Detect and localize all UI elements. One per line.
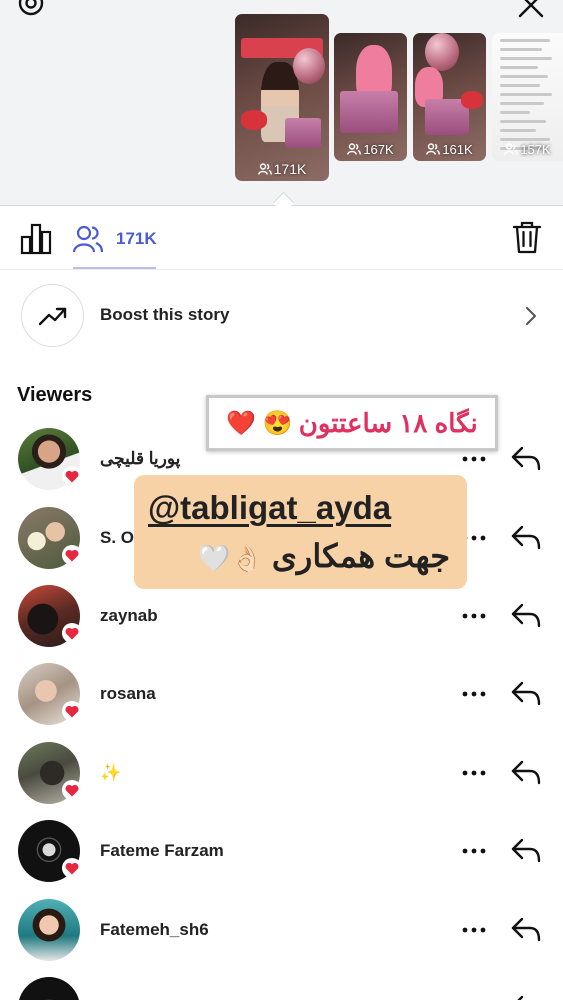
story-thumbnail-2[interactable]: 167K <box>334 33 407 161</box>
reply-icon[interactable] <box>510 599 542 631</box>
gift-box-graphic <box>340 91 398 133</box>
gear-icon[interactable] <box>14 0 48 20</box>
story-stats-tabs: 171K <box>0 205 563 270</box>
more-options-icon[interactable] <box>462 690 486 698</box>
liked-badge <box>62 623 82 643</box>
viewer-name: rosana <box>100 684 156 703</box>
gift-box-graphic <box>285 118 321 148</box>
active-tab-indicator <box>73 267 156 269</box>
heart-icon <box>65 470 79 482</box>
people-icon <box>426 143 441 155</box>
people-icon <box>504 143 519 155</box>
liked-badge <box>62 545 82 565</box>
boost-story-label: Boost this story <box>100 305 230 324</box>
mention-handle[interactable]: @tabligat_ayda <box>148 489 391 527</box>
reply-icon[interactable] <box>510 521 542 553</box>
boost-story-row[interactable]: Boost this story <box>0 270 563 362</box>
viewer-name: ✨ <box>100 763 122 782</box>
liked-badge <box>62 780 82 800</box>
story-thumbnail-3[interactable]: 161K <box>413 33 486 161</box>
close-icon[interactable] <box>516 0 546 20</box>
avatar[interactable] <box>18 977 80 1000</box>
avatar[interactable] <box>18 899 80 961</box>
story-view-count: 161K <box>413 142 486 157</box>
viewer-name: Fatemeh_sh6 <box>100 920 209 939</box>
story-carousel: 171K 167K 161K 157K <box>0 0 563 206</box>
story-view-count: 167K <box>334 142 407 157</box>
more-options-icon[interactable] <box>462 926 486 934</box>
cooperation-text-line: جهت همکاری 👌🏻🤍 <box>150 537 450 575</box>
balloon-graphic <box>425 33 459 71</box>
viewer-name: zaynab <box>100 606 158 625</box>
more-options-icon[interactable] <box>462 455 486 463</box>
heart-icon <box>65 705 79 717</box>
story-thumbnail-4[interactable]: 157K <box>492 33 563 161</box>
liked-badge <box>62 701 82 721</box>
viewer-row[interactable]: Fatemeh_sh6 <box>0 899 563 977</box>
reply-icon[interactable] <box>510 756 542 788</box>
cake-graphic <box>461 91 483 109</box>
tab-viewers[interactable]: 171K <box>72 221 157 257</box>
heart-eyes-emoji: ❤️ 😍 <box>226 409 293 437</box>
liked-badge <box>62 466 82 486</box>
viewer-name: Fateme Farzam <box>100 841 224 860</box>
people-icon <box>72 225 104 253</box>
boost-icon-circle <box>21 284 84 347</box>
viewers-heading: Viewers <box>17 384 93 406</box>
viewer-row[interactable]: rosana <box>0 663 563 741</box>
chevron-right-icon <box>526 307 536 325</box>
reply-icon[interactable] <box>510 913 542 945</box>
viewer-row[interactable]: zaynab <box>0 585 563 663</box>
viewer-row[interactable] <box>0 977 563 1000</box>
story-thumbnail-1[interactable]: 171K <box>235 14 329 181</box>
liked-badge <box>62 858 82 878</box>
views-text: نگاه ۱۸ ساعتتون <box>298 407 478 438</box>
balloon-graphic <box>293 48 325 84</box>
trending-up-icon <box>38 307 66 325</box>
more-options-icon[interactable] <box>462 847 486 855</box>
story-view-count: 157K <box>492 142 563 157</box>
reply-icon[interactable] <box>510 991 542 1000</box>
cooperation-text: جهت همکاری <box>271 538 450 574</box>
heart-icon <box>65 784 79 796</box>
advertisement-sticker: @tabligat_ayda جهت همکاری 👌🏻🤍 <box>134 475 467 589</box>
people-icon <box>347 143 362 155</box>
heart-icon <box>65 549 79 561</box>
cake-graphic <box>241 110 267 130</box>
reply-icon[interactable] <box>510 834 542 866</box>
people-icon <box>257 163 272 175</box>
reply-icon[interactable] <box>510 442 542 474</box>
viewer-name: پوریا قلیچی <box>100 449 181 468</box>
insights-chart-icon[interactable] <box>20 221 52 255</box>
viewer-count-label: 171K <box>116 229 157 248</box>
ok-hand-emoji: 👌🏻🤍 <box>198 543 263 573</box>
heart-icon <box>65 862 79 874</box>
reply-icon[interactable] <box>510 677 542 709</box>
screenshot-text-graphic <box>500 39 556 156</box>
heart-icon <box>65 627 79 639</box>
more-options-icon[interactable] <box>462 769 486 777</box>
story-view-count: 171K <box>235 161 329 177</box>
viewer-name: S. O <box>100 528 135 547</box>
views-text-sticker: نگاه ۱۸ ساعتتون ❤️ 😍 <box>206 395 498 451</box>
more-options-icon[interactable] <box>462 612 486 620</box>
viewer-row[interactable]: ✨ <box>0 742 563 820</box>
viewer-row[interactable]: Fateme Farzam <box>0 820 563 898</box>
trash-icon[interactable] <box>512 220 542 254</box>
